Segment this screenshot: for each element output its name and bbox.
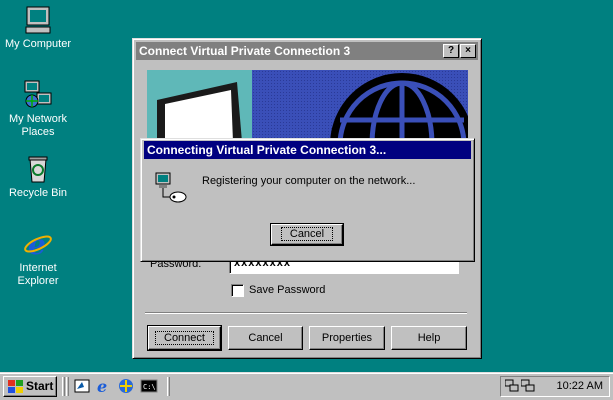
quicklaunch-grip[interactable] (62, 377, 65, 396)
network-places-icon (24, 80, 52, 108)
desktop-icon-my-computer[interactable]: My Computer (0, 4, 76, 51)
connect-button[interactable]: Connect (147, 325, 222, 351)
help-button-label: Help (417, 332, 441, 344)
connect-dialog-title: Connect Virtual Private Connection 3 (139, 44, 351, 58)
network-connection-icon (155, 172, 187, 203)
internet-explorer-quicklaunch-icon[interactable]: e (95, 377, 113, 395)
desktop-icon-label: Internet Explorer (17, 262, 59, 287)
progress-message: Registering your computer on the network… (202, 175, 416, 187)
svg-text:e: e (28, 228, 46, 260)
desktop-icon-label: Recycle Bin (8, 187, 68, 199)
network-tray-icon[interactable] (505, 379, 519, 393)
close-title-button[interactable]: × (460, 44, 476, 58)
properties-button-label: Properties (321, 332, 373, 344)
desktop-icon-recycle-bin[interactable]: Recycle Bin (0, 153, 76, 200)
properties-button[interactable]: Properties (309, 326, 385, 350)
progress-dialog-titlebar[interactable]: Connecting Virtual Private Connection 3.… (144, 141, 471, 159)
desktop-icon-internet-explorer[interactable]: e Internet Explorer (0, 228, 76, 288)
close-icon: × (465, 45, 471, 56)
my-computer-icon (25, 6, 51, 34)
vpn-banner-graphic (147, 70, 468, 142)
desktop-icon-label: My Network Places (8, 113, 68, 138)
desktop-icon-my-network-places[interactable]: My Network Places (0, 79, 76, 139)
connect-dialog-titlebar[interactable]: Connect Virtual Private Connection 3 ? × (136, 42, 478, 60)
windows-logo-icon (8, 380, 23, 393)
help-title-button[interactable]: ? (443, 44, 459, 58)
vpn-tray-icon[interactable] (521, 379, 535, 393)
help-button[interactable]: Help (391, 326, 467, 350)
start-button[interactable]: Start (3, 376, 57, 397)
command-prompt-icon[interactable]: C:\ (140, 377, 158, 395)
cancel-button[interactable]: Cancel (228, 326, 303, 350)
button-separator (145, 312, 467, 314)
quicklaunch-grip-2[interactable] (66, 377, 69, 396)
taskbar: Start e C:\ 10:22 AM (0, 372, 613, 400)
outlook-express-icon[interactable] (117, 377, 135, 395)
show-desktop-icon[interactable] (73, 377, 91, 395)
recycle-bin-icon (28, 156, 48, 183)
system-tray: 10:22 AM (500, 376, 610, 397)
connect-button-label: Connect (155, 331, 214, 345)
desktop-icon-label: My Computer (4, 38, 72, 50)
svg-text:C:\: C:\ (143, 383, 156, 391)
progress-dialog-title: Connecting Virtual Private Connection 3.… (147, 143, 387, 157)
progress-cancel-label: Cancel (280, 227, 334, 241)
tasks-grip[interactable] (167, 377, 170, 396)
clock[interactable]: 10:22 AM (557, 380, 603, 392)
internet-explorer-icon: e (24, 228, 52, 260)
start-label: Start (26, 379, 54, 393)
progress-cancel-button[interactable]: Cancel (270, 223, 344, 246)
save-password-label[interactable]: Save Password (249, 284, 325, 296)
help-question-icon: ? (447, 45, 455, 56)
cancel-button-label: Cancel (248, 332, 283, 344)
svg-text:e: e (97, 377, 107, 395)
save-password-checkbox[interactable] (231, 284, 244, 297)
progress-dialog: Connecting Virtual Private Connection 3.… (140, 138, 475, 262)
